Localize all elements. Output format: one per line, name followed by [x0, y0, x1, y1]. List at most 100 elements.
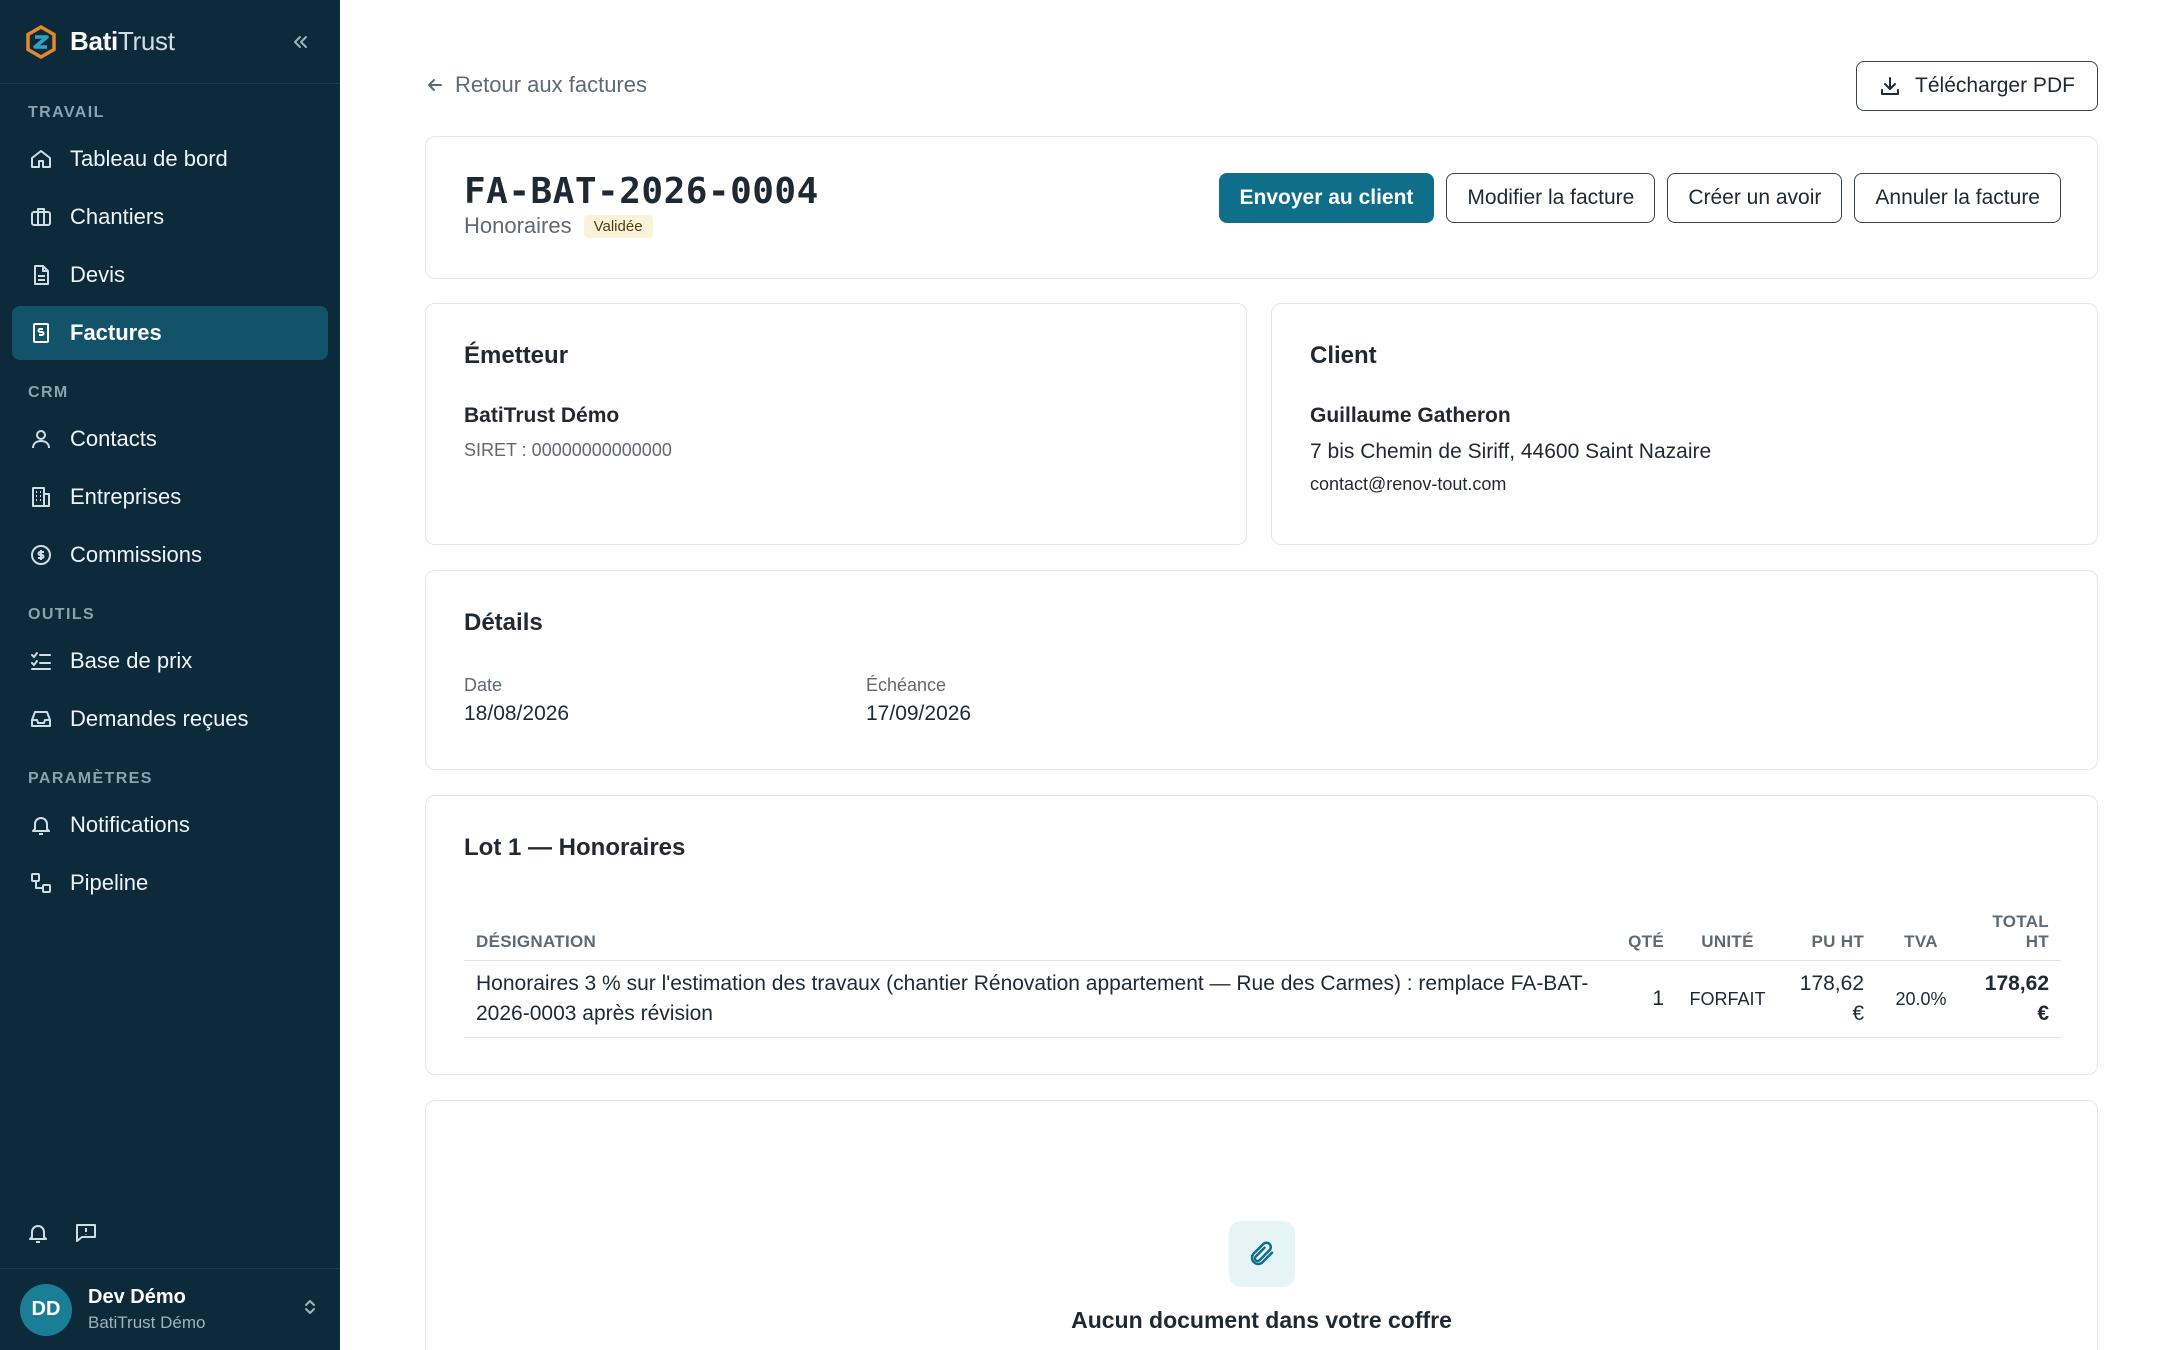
column-header-designation: DÉSIGNATION — [464, 906, 1606, 961]
sidebar-item-label: Demandes reçues — [70, 706, 249, 731]
line-tva: 20.0% — [1876, 960, 1966, 1038]
sidebar-item-label: Tableau de bord — [70, 146, 228, 171]
sidebar-item-contacts[interactable]: Contacts — [12, 412, 328, 466]
sidebar-item-chantiers[interactable]: Chantiers — [12, 190, 328, 244]
sidebar-item-notifications[interactable]: Notifications — [12, 798, 328, 852]
sidebar-item-demandes-recues[interactable]: Demandes reçues — [12, 692, 328, 746]
status-badge: Validée — [583, 214, 653, 238]
invoice-icon — [28, 320, 54, 346]
download-pdf-button[interactable]: Télécharger PDF — [1856, 61, 2098, 111]
sidebar-utility-bar — [0, 1210, 340, 1260]
invoice-number: FA-BAT-2026-0004 — [464, 171, 819, 212]
emitter-title: Émetteur — [464, 342, 569, 369]
chevrons-left-icon — [294, 35, 307, 48]
sidebar: BatiTrust TRAVAIL Tableau de bord Chanti… — [0, 0, 340, 1350]
sidebar-item-label: Factures — [70, 320, 162, 345]
brand-name: BatiTrust — [70, 26, 175, 56]
dollar-circle-icon — [28, 542, 54, 568]
main-content: Retour aux factures Télécharger PDF FA-B… — [340, 0, 2160, 1350]
sidebar-item-tableau-de-bord[interactable]: Tableau de bord — [12, 132, 328, 186]
chevron-up-down-icon — [300, 1297, 320, 1322]
building-icon — [28, 484, 54, 510]
invoice-actions: Envoyer au client Modifier la facture Cr… — [1218, 173, 2061, 223]
section-label-travail: TRAVAIL — [28, 104, 105, 121]
invoice-lines-table: DÉSIGNATION QTÉ UNITÉ PU HT TVA TOTAL HT… — [464, 906, 2061, 1038]
user-org: BatiTrust Démo — [88, 1313, 206, 1332]
edit-invoice-button[interactable]: Modifier la facture — [1446, 173, 1656, 223]
back-to-invoices-link[interactable]: Retour aux factures — [425, 72, 647, 98]
client-card: Client Guillaume Gatheron 7 bis Chemin d… — [1271, 303, 2098, 545]
invoice-header-card: FA-BAT-2026-0004 Honoraires Validée Envo… — [425, 136, 2098, 279]
send-to-client-button[interactable]: Envoyer au client — [1218, 173, 1435, 223]
line-total: 178,62 € — [1966, 960, 2061, 1038]
sidebar-item-label: Notifications — [70, 812, 190, 837]
client-address: 7 bis Chemin de Siriff, 44600 Saint Naza… — [1310, 440, 1712, 463]
column-header-tva: TVA — [1876, 906, 1966, 961]
section-label-outils: OUTILS — [28, 606, 96, 623]
date-label: Date — [464, 675, 503, 695]
lot-title: Lot 1 — Honoraires — [464, 834, 686, 861]
sidebar-item-label: Chantiers — [70, 204, 165, 229]
due-date-label: Échéance — [866, 675, 947, 695]
table-row: Honoraires 3 % sur l'estimation des trav… — [464, 960, 2061, 1038]
emitter-card: Émetteur BatiTrust Démo SIRET : 00000000… — [425, 303, 1247, 545]
client-title: Client — [1310, 342, 1377, 369]
feedback-icon[interactable] — [74, 1221, 98, 1250]
user-menu[interactable]: DD Dev Démo BatiTrust Démo — [0, 1268, 340, 1350]
download-icon — [1881, 77, 1900, 95]
bell-icon[interactable] — [26, 1221, 50, 1250]
column-header-total: TOTAL HT — [1966, 906, 2061, 961]
arrow-left-icon — [428, 79, 442, 91]
batitrust-logo — [26, 24, 56, 59]
emitter-name: BatiTrust Démo — [464, 404, 620, 427]
sidebar-item-label: Base de prix — [70, 648, 193, 673]
create-credit-note-button[interactable]: Créer un avoir — [1667, 173, 1843, 223]
briefcase-icon — [28, 204, 54, 230]
client-name: Guillaume Gatheron — [1310, 404, 1511, 427]
bell-icon — [28, 812, 54, 838]
details-card: Détails Date 18/08/2026 Échéance 17/09/2… — [425, 570, 2098, 770]
user-name: Dev Démo — [88, 1286, 186, 1308]
line-unit-price: 178,62 € — [1779, 960, 1876, 1038]
client-email: contact@renov-tout.com — [1310, 474, 1507, 494]
sidebar-item-label: Contacts — [70, 426, 157, 451]
section-label-crm: CRM — [28, 384, 69, 401]
paperclip-icon — [1229, 1221, 1295, 1287]
line-designation: Honoraires 3 % sur l'estimation des trav… — [464, 960, 1606, 1038]
sidebar-item-base-de-prix[interactable]: Base de prix — [12, 634, 328, 688]
invoice-type: Honoraires — [464, 213, 572, 238]
invoice-date: Date 18/08/2026 — [464, 675, 866, 726]
column-header-unit: UNITÉ — [1676, 906, 1779, 961]
line-unit: FORFAIT — [1676, 960, 1779, 1038]
sidebar-item-factures[interactable]: Factures — [12, 306, 328, 360]
line-qty: 1 — [1606, 960, 1676, 1038]
cancel-invoice-button[interactable]: Annuler la facture — [1854, 173, 2061, 223]
home-icon — [28, 146, 54, 172]
sidebar-item-label: Commissions — [70, 542, 203, 567]
details-title: Détails — [464, 609, 543, 636]
sidebar-item-label: Devis — [70, 262, 126, 287]
workflow-icon — [28, 870, 54, 896]
sidebar-item-commissions[interactable]: Commissions — [12, 528, 328, 582]
sidebar-item-entreprises[interactable]: Entreprises — [12, 470, 328, 524]
user-icon — [28, 426, 54, 452]
collapse-sidebar-button[interactable] — [284, 26, 316, 58]
sidebar-item-devis[interactable]: Devis — [12, 248, 328, 302]
invoice-due-date: Échéance 17/09/2026 — [866, 675, 1268, 726]
column-header-pu: PU HT — [1779, 906, 1876, 961]
date-value: 18/08/2026 — [464, 702, 570, 725]
sidebar-item-label: Entreprises — [70, 484, 182, 509]
due-date-value: 17/09/2026 — [866, 702, 972, 725]
back-link-label: Retour aux factures — [455, 72, 647, 97]
column-header-qty: QTÉ — [1606, 906, 1676, 961]
lot-card: Lot 1 — Honoraires DÉSIGNATION QTÉ UNITÉ… — [425, 795, 2098, 1075]
sidebar-item-label: Pipeline — [70, 870, 149, 895]
brand-header: BatiTrust — [0, 0, 340, 84]
table-header-row: DÉSIGNATION QTÉ UNITÉ PU HT TVA TOTAL HT — [464, 906, 2061, 961]
avatar: DD — [20, 1283, 72, 1336]
emitter-siret: SIRET : 00000000000000 — [464, 440, 672, 460]
inbox-icon — [28, 706, 54, 732]
documents-empty-title: Aucun document dans votre coffre — [1071, 1307, 1452, 1333]
list-check-icon — [28, 648, 54, 674]
sidebar-item-pipeline[interactable]: Pipeline — [12, 856, 328, 910]
